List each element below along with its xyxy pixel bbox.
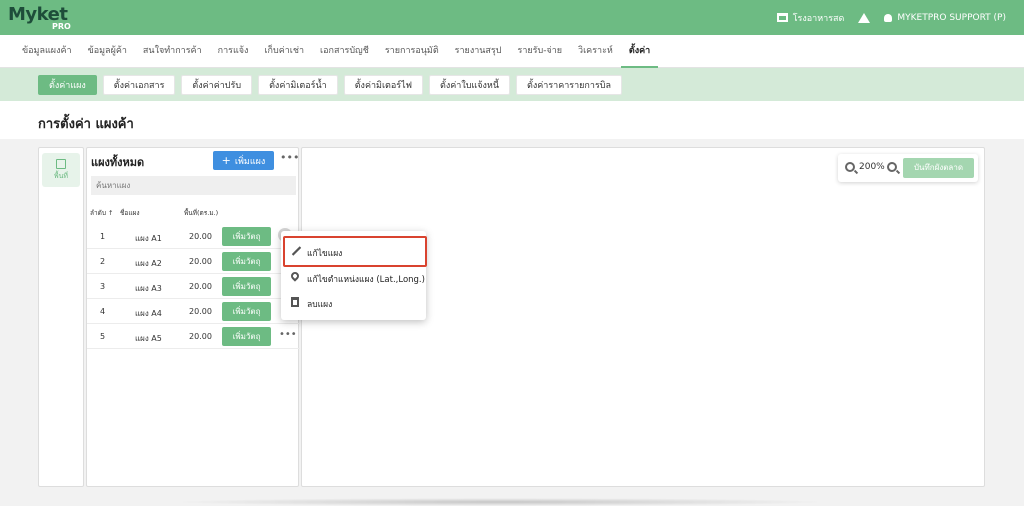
row-name: แผง A5 — [135, 334, 162, 343]
store-selector[interactable]: โรงอาหารสด — [776, 11, 845, 25]
nav-income-expense[interactable]: รายรับ-จ่าย — [509, 35, 570, 68]
zoom-out-icon[interactable] — [845, 162, 855, 172]
panel-title: แผงทั้งหมด — [91, 156, 145, 169]
row-name: แผง A3 — [135, 284, 162, 293]
nav-settings[interactable]: ตั้งค่า — [620, 35, 659, 68]
store-icon — [776, 13, 788, 22]
menu-edit-location[interactable]: แก้ไขตำแหน่งแผง (Lat.,Long.) — [281, 265, 426, 290]
main-nav: ข้อมูลแผงค้า ข้อมูลผู้ค้า สนใจทำการค้า ก… — [0, 35, 1024, 68]
page-header: การตั้งค่า แผงค้า — [0, 101, 1024, 139]
tab-stall-settings[interactable]: ตั้งค่าแผง — [38, 74, 97, 95]
row-area: 20.00 — [189, 282, 212, 291]
table-row: 2 แผง A2 20.00 เพิ่มวัตถุ — [87, 249, 300, 274]
app-logo[interactable]: Myket PRO — [8, 4, 74, 32]
save-map-button[interactable]: บันทึกผังตลาด — [903, 158, 974, 178]
zoom-toolbar: 200% บันทึกผังตลาด — [838, 154, 978, 182]
table-row: 5 แผง A5 20.00 เพิ่มวัตถุ ••• — [87, 324, 300, 349]
add-object-button[interactable]: เพิ่มวัตถุ — [222, 252, 271, 271]
logo-sub: PRO — [52, 22, 71, 31]
stall-search-input[interactable] — [91, 176, 296, 195]
row-area: 20.00 — [189, 257, 212, 266]
nav-rent[interactable]: เก็บค่าเช่า — [256, 35, 312, 68]
nav-accounting[interactable]: เอกสารบัญชี — [312, 35, 377, 68]
table-row: 1 แผง A1 20.00 เพิ่มวัตถุ — [87, 224, 300, 249]
nav-interested[interactable]: สนใจทำการค้า — [135, 35, 210, 68]
table-row: 4 แผง A4 20.00 เพิ่มวัตถุ — [87, 299, 300, 324]
tab-bill-price-settings[interactable]: ตั้งค่าราคารายการบิล — [516, 74, 623, 95]
row-num: 5 — [100, 332, 106, 341]
zoom-level: 200% — [859, 162, 885, 172]
page-title: การตั้งค่า แผงค้า — [38, 117, 134, 132]
map-grid-icon — [56, 158, 66, 169]
nav-reports[interactable]: รายงานสรุป — [447, 35, 510, 68]
highlight-box — [283, 236, 427, 267]
tab-water-meter-settings[interactable]: ตั้งค่ามิเตอร์น้ำ — [258, 74, 338, 95]
user-label: MYKETPRO SUPPORT (P) — [897, 12, 1006, 23]
bottom-shadow — [170, 498, 830, 506]
row-area: 20.00 — [189, 307, 212, 316]
row-num: 3 — [100, 282, 106, 291]
row-num: 2 — [100, 257, 106, 266]
add-object-button[interactable]: เพิ่มวัตถุ — [222, 277, 271, 296]
row-name: แผง A4 — [135, 309, 162, 318]
row-area: 20.00 — [189, 232, 212, 241]
nav-notify[interactable]: การแจ้ง — [210, 35, 257, 68]
nav-stall-info[interactable]: ข้อมูลแผงค้า — [14, 35, 80, 68]
tab-invoice-settings[interactable]: ตั้งค่าใบแจ้งหนี้ — [429, 74, 510, 95]
top-bar: Myket PRO โรงอาหารสด MYKETPRO SUPPORT (P… — [0, 0, 1024, 35]
user-icon — [884, 13, 893, 22]
tab-document-settings[interactable]: ตั้งค่าเอกสาร — [102, 74, 176, 95]
left-rail: พื้นที่ — [38, 147, 84, 487]
trash-icon — [291, 297, 299, 307]
tab-fine-settings[interactable]: ตั้งค่าค่าปรับ — [181, 74, 253, 95]
settings-sub-nav: ตั้งค่าแผง ตั้งค่าเอกสาร ตั้งค่าค่าปรับ … — [0, 68, 1024, 101]
add-object-button[interactable]: เพิ่มวัตถุ — [222, 227, 271, 246]
add-stall-label: เพิ่มแผง — [234, 156, 266, 167]
row-name: แผง A2 — [135, 259, 162, 268]
col-area-header: พื้นที่(ตร.ม.) — [184, 209, 219, 217]
row-area: 20.00 — [189, 332, 212, 341]
menu-delete-stall[interactable]: ลบแผง — [281, 290, 426, 315]
row-num: 1 — [100, 232, 106, 241]
zoom-in-icon[interactable] — [887, 162, 897, 172]
tab-electric-meter-settings[interactable]: ตั้งค่ามิเตอร์ไฟ — [343, 74, 424, 95]
location-pin-icon — [289, 270, 301, 282]
row-name: แผง A1 — [135, 234, 162, 243]
plus-icon: + — [221, 154, 231, 167]
add-stall-button[interactable]: + เพิ่มแผง — [213, 151, 274, 170]
store-label: โรงอาหารสด — [792, 13, 845, 24]
home-button[interactable] — [858, 12, 871, 23]
menu-delete-label: ลบแผง — [307, 300, 333, 310]
col-name-header: ชื่อแผง — [120, 209, 140, 217]
nav-analytics[interactable]: วิเคราะห์ — [570, 35, 621, 68]
home-icon — [858, 12, 871, 23]
content-area: พื้นที่ แผงทั้งหมด + เพิ่มแผง ••• ลำดับ … — [0, 139, 1024, 506]
row-more-icon[interactable]: ••• — [279, 329, 297, 340]
top-right-menu: โรงอาหารสด MYKETPRO SUPPORT (P) — [776, 0, 1006, 35]
table-header: ลำดับ ↑ ชื่อแผง พื้นที่(ตร.ม.) — [87, 208, 300, 222]
table-row: 3 แผง A3 20.00 เพิ่มวัตถุ — [87, 274, 300, 299]
stall-list-panel: แผงทั้งหมด + เพิ่มแผง ••• ลำดับ ↑ ชื่อแผ… — [86, 147, 300, 487]
user-menu[interactable]: MYKETPRO SUPPORT (P) — [884, 13, 1006, 23]
add-object-button[interactable]: เพิ่มวัตถุ — [222, 302, 271, 321]
rail-item-area[interactable]: พื้นที่ — [42, 153, 80, 187]
nav-vendor-info[interactable]: ข้อมูลผู้ค้า — [80, 35, 135, 68]
add-object-button[interactable]: เพิ่มวัตถุ — [222, 327, 271, 346]
menu-edit-location-label: แก้ไขตำแหน่งแผง (Lat.,Long.) — [307, 275, 425, 285]
row-num: 4 — [100, 307, 106, 316]
panel-more-icon[interactable]: ••• — [280, 151, 299, 164]
col-num-header[interactable]: ลำดับ ↑ — [90, 208, 114, 218]
nav-approvals[interactable]: รายการอนุมัติ — [377, 35, 447, 68]
rail-label: พื้นที่ — [53, 171, 68, 180]
